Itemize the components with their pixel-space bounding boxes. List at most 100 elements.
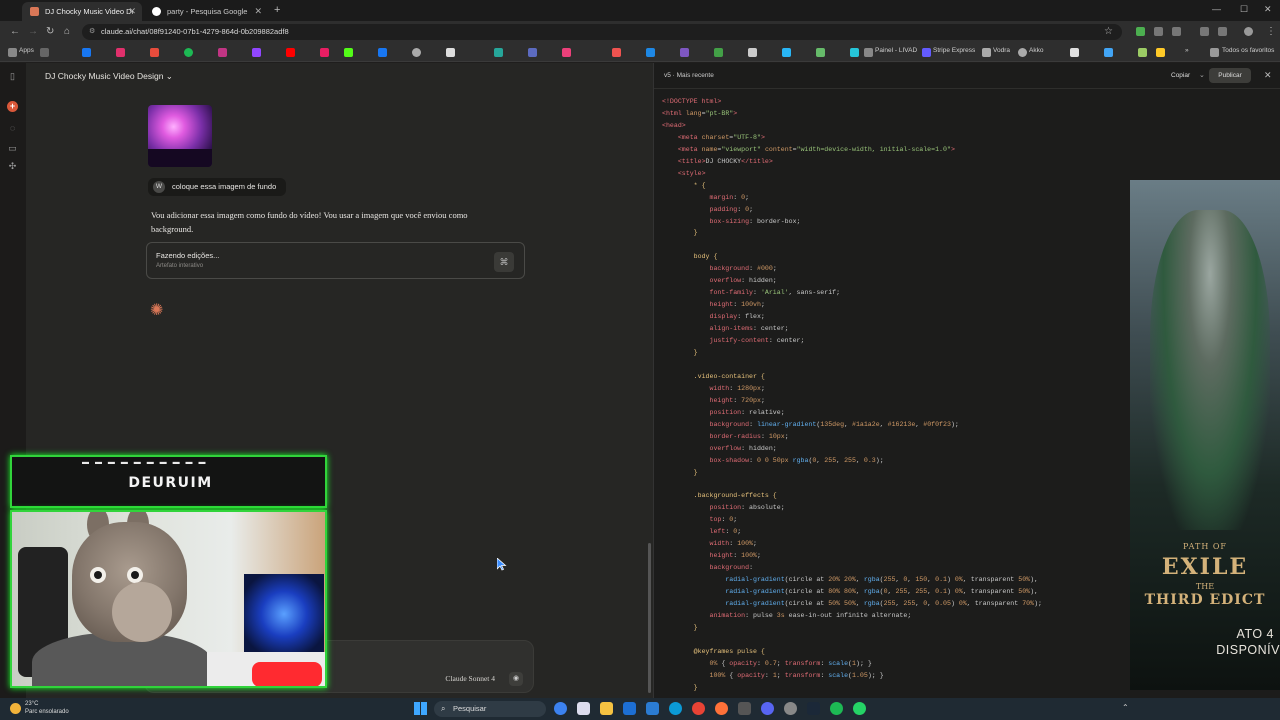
bookmark-icon[interactable] (446, 48, 455, 57)
bookmark-icon[interactable] (218, 48, 227, 57)
task-view-icon[interactable] (577, 702, 590, 715)
forward-icon[interactable]: → (28, 26, 38, 37)
bookmark-icon[interactable] (40, 48, 49, 57)
artifacts-icon[interactable]: ✣ (7, 161, 18, 172)
file-explorer-icon[interactable] (600, 702, 613, 715)
chevron-down-icon[interactable]: ⌄ (1199, 71, 1205, 79)
model-selector[interactable]: Claude Sonnet 4 (445, 674, 495, 683)
settings-gear-icon[interactable] (784, 702, 797, 715)
menu-icon[interactable]: ⋮ (1266, 26, 1276, 37)
bookmark-akko[interactable]: Akko (1029, 47, 1043, 54)
new-tab-button[interactable]: + (274, 4, 280, 16)
bookmark-icon[interactable] (116, 48, 125, 57)
bookmark-icon[interactable] (252, 48, 261, 57)
bookmark-icon[interactable] (344, 48, 353, 57)
bookmark-icon[interactable] (646, 48, 655, 57)
bookmark-icon[interactable] (1138, 48, 1147, 57)
profile-avatar[interactable] (1244, 27, 1253, 36)
bookmark-icon[interactable] (680, 48, 689, 57)
chat-scrollbar[interactable] (648, 543, 651, 693)
folder-icon[interactable] (1210, 48, 1219, 57)
bookmark-icon[interactable] (1018, 48, 1027, 57)
history-icon[interactable] (1218, 27, 1227, 36)
artifact-card[interactable]: Fazendo edições... Artefato interativo ⌘ (146, 242, 525, 279)
sidebar-toggle-icon[interactable]: ▯ (7, 71, 18, 82)
terminal-icon[interactable] (738, 702, 751, 715)
bookmark-icon[interactable] (612, 48, 621, 57)
home-icon[interactable]: ⌂ (64, 26, 70, 37)
bookmark-icon[interactable] (82, 48, 91, 57)
steam-icon[interactable] (807, 702, 820, 715)
close-window-icon[interactable]: ✕ (1264, 4, 1272, 15)
address-bar[interactable]: ⚙ claude.ai/chat/08f91240-07b1-4279-864d… (82, 24, 1122, 40)
chrome-icon[interactable] (692, 702, 705, 715)
projects-icon[interactable]: ▭ (7, 143, 18, 154)
close-icon[interactable]: ✕ (1264, 70, 1272, 81)
extension-icon[interactable] (1136, 27, 1145, 36)
bookmark-vodra[interactable]: Vodra (993, 47, 1010, 54)
bookmark-icon[interactable] (782, 48, 791, 57)
game-advertisement[interactable]: PATH OF EXILE THE THIRD EDICT ATO 4 DISP… (1130, 180, 1280, 690)
bookmark-icon[interactable] (378, 48, 387, 57)
edge-icon[interactable] (669, 702, 682, 715)
bookmark-icon[interactable] (982, 48, 991, 57)
bookmark-stripe[interactable]: Stripe Express (933, 47, 975, 54)
spotify-icon[interactable] (830, 702, 843, 715)
new-chat-icon[interactable]: + (7, 101, 18, 112)
bookmark-icon[interactable] (286, 48, 295, 57)
maximize-icon[interactable]: ☐ (1240, 4, 1248, 15)
bookmark-icon[interactable] (714, 48, 723, 57)
reload-icon[interactable]: ↻ (46, 26, 54, 37)
chat-title[interactable]: DJ Chocky Music Video Design ⌄ (45, 71, 173, 82)
store-icon[interactable] (646, 702, 659, 715)
stop-button[interactable]: ◉ (509, 672, 523, 686)
all-favorites[interactable]: Todos os favoritos (1222, 47, 1274, 54)
bookmark-icon[interactable] (1070, 48, 1079, 57)
bookmark-icon[interactable] (816, 48, 825, 57)
chats-icon[interactable]: ◌ (7, 123, 18, 134)
bookmark-icon[interactable] (494, 48, 503, 57)
apps-grid-icon[interactable] (8, 48, 17, 57)
windows-start-icon[interactable] (414, 702, 427, 715)
publish-button[interactable]: Publicar (1209, 68, 1251, 83)
bookmark-icon[interactable] (562, 48, 571, 57)
bookmark-icon[interactable] (150, 48, 159, 57)
copilot-icon[interactable] (554, 702, 567, 715)
discord-icon[interactable] (761, 702, 774, 715)
star-icon[interactable]: ☆ (1104, 26, 1113, 37)
bookmark-icon[interactable] (748, 48, 757, 57)
minimize-icon[interactable]: — (1212, 4, 1221, 14)
copy-button[interactable]: Copiar (1171, 72, 1190, 79)
close-tab-icon[interactable]: ✕ (254, 6, 262, 17)
tab-dj-chocky[interactable]: DJ Chocky Music Video Design ✕ (22, 2, 142, 21)
bookmark-painel[interactable]: Painel - LIVAD (875, 47, 917, 54)
tab-google[interactable]: party - Pesquisa Google ✕ (144, 2, 268, 21)
bookmark-icon[interactable] (1104, 48, 1113, 57)
bookmark-icon[interactable] (528, 48, 537, 57)
close-tab-icon[interactable]: ✕ (128, 6, 136, 17)
uploaded-image-thumbnail[interactable] (148, 105, 212, 167)
bookmark-icon[interactable] (850, 48, 859, 57)
more-bookmarks-icon[interactable]: » (1185, 47, 1189, 54)
bookmark-icon[interactable] (1156, 48, 1165, 57)
bookmark-icon[interactable] (412, 48, 421, 57)
firefox-icon[interactable] (715, 702, 728, 715)
stripe-icon[interactable] (922, 48, 931, 57)
code-icon[interactable]: ⌘ (494, 252, 514, 272)
back-icon[interactable]: ← (10, 26, 20, 37)
tray-chevron-up-icon[interactable]: ⌃ (1122, 703, 1129, 712)
outlook-icon[interactable] (623, 702, 636, 715)
bookmark-icon[interactable] (184, 48, 193, 57)
whatsapp-icon[interactable] (853, 702, 866, 715)
taskbar-search[interactable]: ⌕ Pesquisar (434, 701, 546, 717)
version-selector[interactable]: v5 · Mais recente (664, 72, 714, 79)
extension-icon[interactable] (1200, 27, 1209, 36)
site-info-icon[interactable]: ⚙ (89, 24, 95, 40)
extensions-puzzle-icon[interactable] (1172, 27, 1181, 36)
code-view[interactable]: <!DOCTYPE html> <html lang="pt-BR"> <hea… (662, 96, 1042, 694)
bookmark-icon[interactable] (864, 48, 873, 57)
bookmark-apps[interactable]: Apps (19, 47, 34, 54)
bookmark-icon[interactable] (320, 48, 329, 57)
weather-widget[interactable]: 23°C Parc ensolarado (10, 701, 69, 716)
extension-icon[interactable] (1154, 27, 1163, 36)
